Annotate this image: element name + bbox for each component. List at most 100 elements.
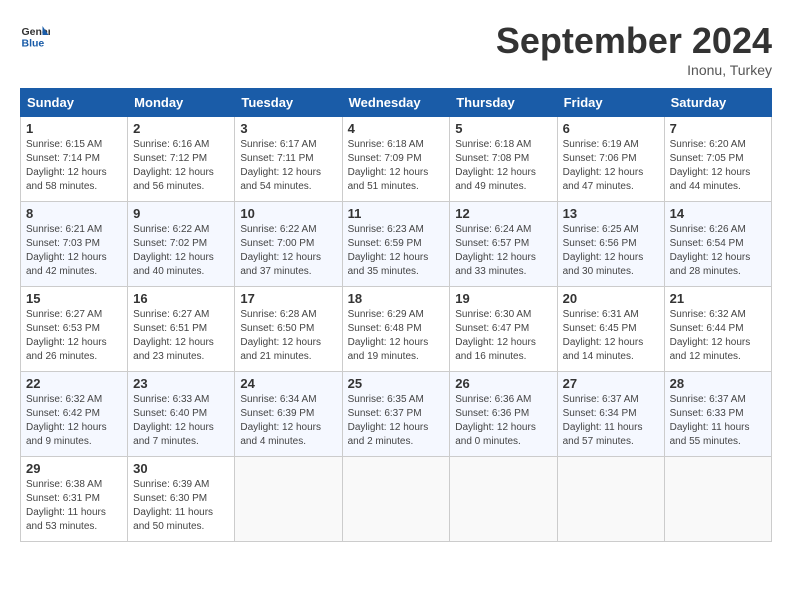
calendar-day-cell: 19 Sunrise: 6:30 AM Sunset: 6:47 PM Dayli…: [450, 287, 557, 372]
day-info: Sunrise: 6:25 AM Sunset: 6:56 PM Dayligh…: [563, 223, 659, 279]
day-of-week-header: Friday: [557, 89, 664, 117]
location-subtitle: Inonu, Turkey: [496, 62, 772, 78]
day-number: 8: [26, 206, 122, 221]
day-info: Sunrise: 6:29 AM Sunset: 6:48 PM Dayligh…: [348, 308, 445, 364]
day-info: Sunrise: 6:20 AM Sunset: 7:05 PM Dayligh…: [670, 138, 766, 194]
svg-text:Blue: Blue: [22, 37, 45, 49]
day-number: 13: [563, 206, 659, 221]
calendar-day-cell: 27Sunrise: 6:37 AM Sunset: 6:34 PM Dayli…: [557, 372, 664, 457]
day-info: Sunrise: 6:18 AM Sunset: 7:09 PM Dayligh…: [348, 138, 445, 194]
calendar-day-cell: 5Sunrise: 6:18 AM Sunset: 7:08 PM Daylig…: [450, 117, 557, 202]
calendar-day-cell: 2Sunrise: 6:16 AM Sunset: 7:12 PM Daylig…: [128, 117, 235, 202]
calendar-day-cell: 24 Sunrise: 6:34 AM Sunset: 6:39 PM Dayli…: [235, 372, 342, 457]
calendar-day-cell: 6Sunrise: 6:19 AM Sunset: 7:06 PM Daylig…: [557, 117, 664, 202]
day-info: Sunrise: 6:26 AM Sunset: 6:54 PM Dayligh…: [670, 223, 766, 279]
day-number: 18: [348, 291, 445, 306]
logo: General Blue: [20, 20, 50, 50]
day-info: Sunrise: 6:28 AM Sunset: 6:50 PM Dayligh…: [240, 308, 336, 364]
day-number: 4: [348, 121, 445, 136]
calendar-week-row: 1 Sunrise: 6:15 AM Sunset: 7:14 PM Daylig…: [21, 117, 772, 202]
title-area: September 2024 Inonu, Turkey: [496, 20, 772, 78]
day-info: Sunrise: 6:33 AM Sunset: 6:40 PM Dayligh…: [133, 393, 229, 449]
day-number: 22: [26, 376, 122, 391]
day-info: Sunrise: 6:21 AM Sunset: 7:03 PM Dayligh…: [26, 223, 122, 279]
calendar-day-cell: 10 Sunrise: 6:22 AM Sunset: 7:00 PM Dayli…: [235, 202, 342, 287]
day-info: Sunrise: 6:38 AM Sunset: 6:31 PM Dayligh…: [26, 478, 122, 534]
day-number: 7: [670, 121, 766, 136]
calendar-day-cell: 20 Sunrise: 6:31 AM Sunset: 6:45 PM Dayli…: [557, 287, 664, 372]
calendar-day-cell: 21 Sunrise: 6:32 AM Sunset: 6:44 PM Dayli…: [664, 287, 771, 372]
day-info: Sunrise: 6:15 AM Sunset: 7:14 PM Dayligh…: [26, 138, 122, 194]
calendar-day-cell: 22Sunrise: 6:32 AM Sunset: 6:42 PM Dayli…: [21, 372, 128, 457]
day-info: Sunrise: 6:19 AM Sunset: 7:06 PM Dayligh…: [563, 138, 659, 194]
calendar-day-cell: [342, 457, 450, 542]
day-info: Sunrise: 6:35 AM Sunset: 6:37 PM Dayligh…: [348, 393, 445, 449]
calendar-day-cell: 8 Sunrise: 6:21 AM Sunset: 7:03 PM Daylig…: [21, 202, 128, 287]
calendar-body: 1 Sunrise: 6:15 AM Sunset: 7:14 PM Daylig…: [21, 117, 772, 542]
day-info: Sunrise: 6:27 AM Sunset: 6:53 PM Dayligh…: [26, 308, 122, 364]
day-number: 23: [133, 376, 229, 391]
calendar-day-cell: 28 Sunrise: 6:37 AM Sunset: 6:33 PM Dayli…: [664, 372, 771, 457]
day-number: 26: [455, 376, 551, 391]
day-number: 10: [240, 206, 336, 221]
day-number: 15: [26, 291, 122, 306]
day-number: 19: [455, 291, 551, 306]
day-info: Sunrise: 6:32 AM Sunset: 6:44 PM Dayligh…: [670, 308, 766, 364]
day-info: Sunrise: 6:22 AM Sunset: 7:02 PM Dayligh…: [133, 223, 229, 279]
day-number: 2: [133, 121, 229, 136]
calendar-day-cell: 13 Sunrise: 6:25 AM Sunset: 6:56 PM Dayli…: [557, 202, 664, 287]
calendar-day-cell: 12Sunrise: 6:24 AM Sunset: 6:57 PM Dayli…: [450, 202, 557, 287]
day-number: 21: [670, 291, 766, 306]
calendar-day-cell: 14 Sunrise: 6:26 AM Sunset: 6:54 PM Dayli…: [664, 202, 771, 287]
day-number: 27: [563, 376, 659, 391]
day-of-week-header: Thursday: [450, 89, 557, 117]
day-info: Sunrise: 6:36 AM Sunset: 6:36 PM Dayligh…: [455, 393, 551, 449]
month-title: September 2024: [496, 20, 772, 62]
calendar-day-cell: 4 Sunrise: 6:18 AM Sunset: 7:09 PM Daylig…: [342, 117, 450, 202]
calendar-day-cell: 9 Sunrise: 6:22 AM Sunset: 7:02 PM Daylig…: [128, 202, 235, 287]
day-number: 17: [240, 291, 336, 306]
calendar-table: SundayMondayTuesdayWednesdayThursdayFrid…: [20, 88, 772, 542]
calendar-week-row: 29 Sunrise: 6:38 AM Sunset: 6:31 PM Dayli…: [21, 457, 772, 542]
day-info: Sunrise: 6:17 AM Sunset: 7:11 PM Dayligh…: [240, 138, 336, 194]
day-number: 1: [26, 121, 122, 136]
calendar-day-cell: 30 Sunrise: 6:39 AM Sunset: 6:30 PM Dayli…: [128, 457, 235, 542]
calendar-day-cell: 3 Sunrise: 6:17 AM Sunset: 7:11 PM Daylig…: [235, 117, 342, 202]
day-of-week-header: Sunday: [21, 89, 128, 117]
calendar-day-cell: 23 Sunrise: 6:33 AM Sunset: 6:40 PM Dayli…: [128, 372, 235, 457]
calendar-week-row: 15 Sunrise: 6:27 AM Sunset: 6:53 PM Dayli…: [21, 287, 772, 372]
calendar-day-cell: 18 Sunrise: 6:29 AM Sunset: 6:48 PM Dayli…: [342, 287, 450, 372]
day-number: 25: [348, 376, 445, 391]
day-info: Sunrise: 6:34 AM Sunset: 6:39 PM Dayligh…: [240, 393, 336, 449]
calendar-day-cell: [664, 457, 771, 542]
day-number: 28: [670, 376, 766, 391]
day-number: 3: [240, 121, 336, 136]
day-of-week-header: Wednesday: [342, 89, 450, 117]
day-info: Sunrise: 6:31 AM Sunset: 6:45 PM Dayligh…: [563, 308, 659, 364]
calendar-header-row: SundayMondayTuesdayWednesdayThursdayFrid…: [21, 89, 772, 117]
day-info: Sunrise: 6:18 AM Sunset: 7:08 PM Dayligh…: [455, 138, 551, 194]
day-of-week-header: Saturday: [664, 89, 771, 117]
calendar-day-cell: [557, 457, 664, 542]
day-number: 9: [133, 206, 229, 221]
day-number: 16: [133, 291, 229, 306]
day-info: Sunrise: 6:24 AM Sunset: 6:57 PM Dayligh…: [455, 223, 551, 279]
calendar-day-cell: 29 Sunrise: 6:38 AM Sunset: 6:31 PM Dayli…: [21, 457, 128, 542]
logo-icon: General Blue: [20, 20, 50, 50]
day-of-week-header: Monday: [128, 89, 235, 117]
calendar-day-cell: [235, 457, 342, 542]
day-number: 29: [26, 461, 122, 476]
calendar-day-cell: 15 Sunrise: 6:27 AM Sunset: 6:53 PM Dayli…: [21, 287, 128, 372]
day-number: 11: [348, 206, 445, 221]
calendar-day-cell: 16Sunrise: 6:27 AM Sunset: 6:51 PM Dayli…: [128, 287, 235, 372]
day-number: 20: [563, 291, 659, 306]
calendar-week-row: 8 Sunrise: 6:21 AM Sunset: 7:03 PM Daylig…: [21, 202, 772, 287]
day-info: Sunrise: 6:30 AM Sunset: 6:47 PM Dayligh…: [455, 308, 551, 364]
day-info: Sunrise: 6:37 AM Sunset: 6:33 PM Dayligh…: [670, 393, 766, 449]
day-info: Sunrise: 6:22 AM Sunset: 7:00 PM Dayligh…: [240, 223, 336, 279]
day-number: 24: [240, 376, 336, 391]
calendar-day-cell: 17 Sunrise: 6:28 AM Sunset: 6:50 PM Dayli…: [235, 287, 342, 372]
day-number: 14: [670, 206, 766, 221]
day-number: 30: [133, 461, 229, 476]
day-info: Sunrise: 6:39 AM Sunset: 6:30 PM Dayligh…: [133, 478, 229, 534]
